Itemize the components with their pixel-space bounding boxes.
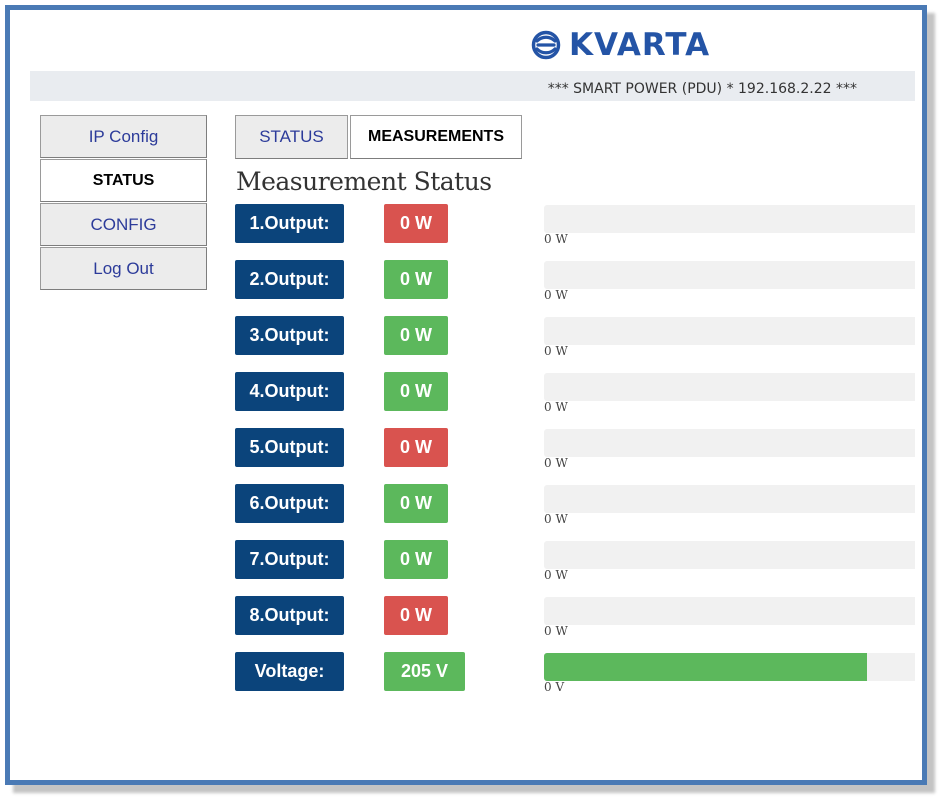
progress-bar <box>544 541 915 569</box>
measurement-row: 7.Output: 0 W 0 W <box>0 540 945 588</box>
progress-bar <box>544 261 915 289</box>
output-label: 8.Output: <box>235 596 344 635</box>
progress-text: 0 W <box>544 568 568 582</box>
progress-bar <box>544 317 915 345</box>
output-label: 4.Output: <box>235 372 344 411</box>
value-badge: 0 W <box>384 540 448 579</box>
progress-text: 0 W <box>544 232 568 246</box>
voltage-progress-text: 0 V <box>544 680 565 694</box>
output-label: 1.Output: <box>235 204 344 243</box>
value-badge: 0 W <box>384 316 448 355</box>
measurement-row: 2.Output: 0 W 0 W <box>0 260 945 308</box>
tab-bar: STATUS MEASUREMENTS <box>235 115 522 159</box>
sidebar-item-ip-config[interactable]: IP Config <box>40 115 207 158</box>
value-badge: 0 W <box>384 204 448 243</box>
sidebar-item-status[interactable]: STATUS <box>40 159 207 202</box>
voltage-value-badge: 205 V <box>384 652 465 691</box>
voltage-progress-fill <box>544 653 867 681</box>
tab-measurements[interactable]: MEASUREMENTS <box>350 115 522 159</box>
page-title: Measurement Status <box>236 167 492 196</box>
value-badge: 0 W <box>384 260 448 299</box>
tab-status[interactable]: STATUS <box>235 115 348 159</box>
progress-bar <box>544 373 915 401</box>
value-badge: 0 W <box>384 484 448 523</box>
output-label: 3.Output: <box>235 316 344 355</box>
progress-text: 0 W <box>544 400 568 414</box>
measurement-row: 1.Output: 0 W 0 W <box>0 204 945 252</box>
output-label: 2.Output: <box>235 260 344 299</box>
progress-bar <box>544 485 915 513</box>
output-label: 6.Output: <box>235 484 344 523</box>
output-label: 7.Output: <box>235 540 344 579</box>
device-banner: *** SMART POWER (PDU) * 192.168.2.22 *** <box>30 71 915 101</box>
progress-bar <box>544 429 915 457</box>
value-badge: 0 W <box>384 596 448 635</box>
brand-logo: KVARTA <box>531 26 710 64</box>
brand-name: KVARTA <box>569 27 711 63</box>
progress-text: 0 W <box>544 288 568 302</box>
output-label: 5.Output: <box>235 428 344 467</box>
value-badge: 0 W <box>384 372 448 411</box>
progress-bar <box>544 205 915 233</box>
progress-text: 0 W <box>544 512 568 526</box>
progress-text: 0 W <box>544 456 568 470</box>
voltage-label: Voltage: <box>235 652 344 691</box>
measurement-row: 4.Output: 0 W 0 W <box>0 372 945 420</box>
measurement-row: 5.Output: 0 W 0 W <box>0 428 945 476</box>
progress-text: 0 W <box>544 624 568 638</box>
measurement-row: 6.Output: 0 W 0 W <box>0 484 945 532</box>
voltage-row: Voltage: 205 V 0 V <box>0 652 945 700</box>
kvarta-swirl-logo-icon <box>531 30 561 60</box>
value-badge: 0 W <box>384 428 448 467</box>
voltage-progress-bar <box>544 653 915 681</box>
progress-bar <box>544 597 915 625</box>
measurement-row: 8.Output: 0 W 0 W <box>0 596 945 644</box>
progress-text: 0 W <box>544 344 568 358</box>
measurement-row: 3.Output: 0 W 0 W <box>0 316 945 364</box>
